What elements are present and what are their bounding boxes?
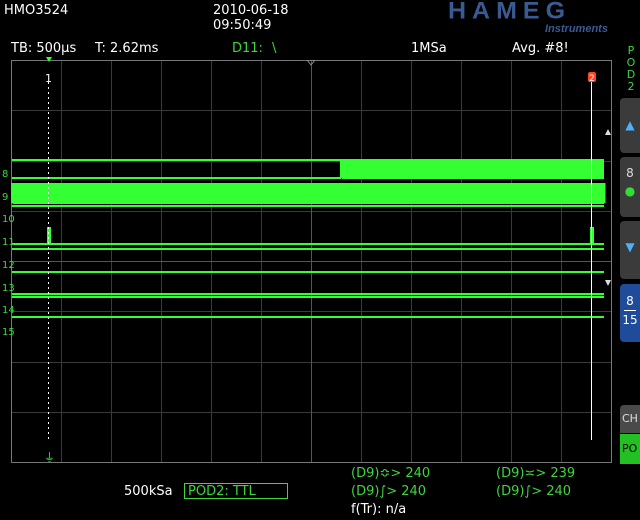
pulse-count-1: (D9)≎> 240: [351, 466, 431, 481]
pulse-count-4: (D9)∫> 240: [496, 484, 572, 499]
waveform-display[interactable]: 1 2 ⏚: [11, 59, 612, 464]
channel-label-15: 15: [2, 327, 15, 338]
range-bottom: 15: [622, 313, 638, 327]
pulse-count-3: (D9)∫> 240: [351, 484, 427, 499]
channel-label-8: 8: [2, 169, 9, 180]
pod-setting-box[interactable]: POD2: TTL: [184, 483, 288, 499]
channel-label-10: 10: [2, 214, 15, 225]
channel-range-button[interactable]: 8 15: [620, 284, 640, 342]
hameg-logo-subtitle: Instruments: [545, 23, 608, 35]
arrow-up-icon: ▲: [625, 118, 635, 132]
po-tab[interactable]: PO: [620, 434, 640, 464]
pod-vertical-label: P O D 2: [626, 44, 636, 93]
ch-tab[interactable]: CH: [620, 405, 640, 433]
trace-channel-9: [11, 183, 606, 204]
channel-label-13: 13: [2, 283, 15, 294]
cursor-1-label[interactable]: 1: [45, 72, 52, 85]
channel-select-button[interactable]: 8 ●: [620, 157, 640, 217]
range-divider: [624, 310, 636, 311]
channel-number: 8: [626, 166, 634, 180]
cursor-2-label[interactable]: 2: [589, 74, 595, 84]
scroll-down-button[interactable]: ▼: [620, 221, 640, 279]
memory-sample-rate: 500kSa: [124, 484, 173, 499]
trigger-source-label[interactable]: D11:: [232, 41, 263, 56]
hameg-logo: HAMEG: [448, 0, 572, 25]
channel-label-11: 11: [2, 237, 15, 248]
range-top: 8: [626, 294, 634, 308]
scroll-up-button[interactable]: ▲: [620, 98, 640, 153]
cursor-1-top-marker: [46, 57, 52, 62]
channel-label-12: 12: [2, 260, 15, 271]
averaging-readout[interactable]: Avg. #8!: [512, 41, 569, 56]
trigger-time-readout[interactable]: T: 2.62ms: [95, 41, 158, 56]
instrument-model: HMO3524: [4, 3, 69, 18]
channel-active-icon: ●: [624, 184, 636, 198]
timebase-readout[interactable]: TB: 500µs: [11, 41, 76, 56]
pulse-count-2: (D9)≍> 239: [496, 466, 576, 481]
channel-label-14: 14: [2, 305, 15, 316]
trigger-frequency: f(Tr): n/a: [351, 502, 407, 517]
date-display: 2010-06-18: [213, 3, 289, 18]
ground-reference-icon: ⏚: [44, 451, 55, 463]
trigger-edge-icon[interactable]: \: [272, 41, 276, 56]
time-display: 09:50:49: [213, 18, 272, 33]
arrow-down-icon: ▼: [625, 240, 635, 254]
channel-label-9: 9: [2, 192, 9, 203]
sample-rate-readout: 1MSa: [411, 41, 447, 56]
